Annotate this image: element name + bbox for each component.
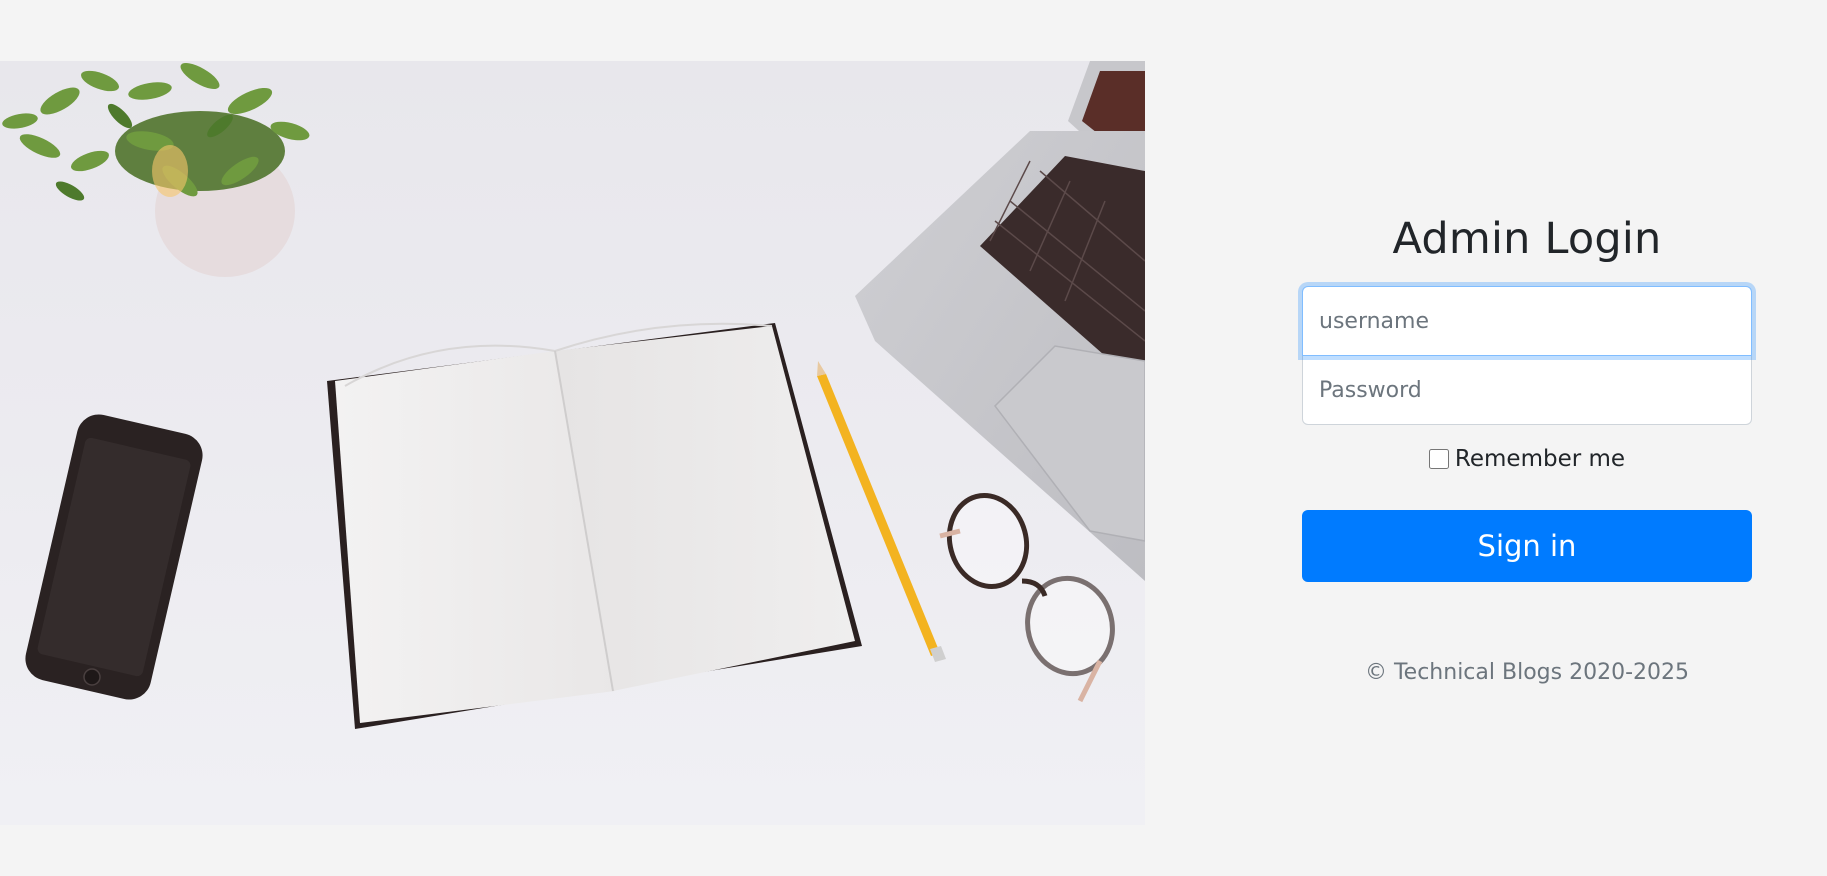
sign-in-button[interactable]: Sign in (1302, 510, 1752, 582)
remember-me-checkbox[interactable] (1428, 449, 1449, 469)
password-input[interactable] (1302, 355, 1752, 425)
page-title: Admin Login (1392, 214, 1662, 264)
plant (2, 63, 310, 277)
remember-me-label: Remember me (1454, 446, 1626, 472)
login-page: Admin Login Remember me Sign in © Techni… (0, 0, 1827, 876)
notebook (327, 322, 862, 729)
remember-me[interactable]: Remember me (1302, 446, 1752, 472)
username-input[interactable] (1302, 286, 1752, 356)
copyright-footer: © Technical Blogs 2020-2025 (1364, 660, 1689, 685)
phone (25, 414, 203, 700)
login-form: Admin Login Remember me Sign in © Techni… (1302, 200, 1752, 707)
desk-illustration (2, 61, 1145, 729)
hero-desk-image (0, 61, 1145, 825)
